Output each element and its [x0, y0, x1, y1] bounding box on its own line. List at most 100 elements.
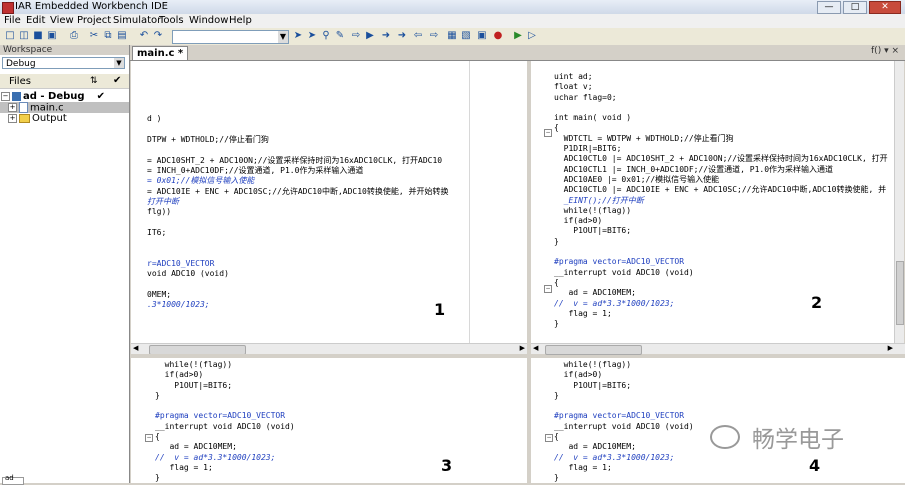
- menu-file[interactable]: File: [4, 15, 21, 26]
- pane-number: 3: [441, 456, 453, 475]
- chevron-down-icon: ▼: [114, 58, 124, 68]
- workspace-tab-label: ad: [5, 474, 14, 482]
- undo-icon[interactable]: ↶: [138, 30, 150, 42]
- folder-label: Output: [32, 113, 67, 124]
- menu-window[interactable]: Window: [189, 15, 228, 26]
- print-icon[interactable]: ⎙: [68, 30, 80, 42]
- tab-main-c[interactable]: main.c *: [132, 46, 189, 60]
- watermark-text: 畅学电子: [752, 427, 844, 453]
- file-icon: [19, 102, 28, 113]
- files-header: Files ⇅ ✔: [0, 74, 129, 89]
- find-in-files-icon[interactable]: ⚲: [320, 30, 332, 42]
- go-to-icon[interactable]: ⇨: [350, 30, 362, 42]
- editor-tab-bar: main.c * f() ▾ ×: [130, 45, 905, 61]
- scroll-left-icon[interactable]: ◀: [533, 344, 538, 352]
- menu-project[interactable]: Project: [77, 15, 111, 26]
- expand-icon[interactable]: +: [8, 113, 17, 123]
- prev-bookmark-icon[interactable]: ➜: [396, 30, 408, 42]
- code-block-2: uint ad; float v; uchar flag=0; int main( …: [554, 72, 888, 329]
- tree-file[interactable]: + main.c: [0, 102, 129, 114]
- compile-icon[interactable]: ▦: [446, 30, 458, 42]
- files-label: Files: [9, 76, 31, 87]
- menu-view[interactable]: View: [50, 15, 74, 26]
- fold-marker[interactable]: −: [544, 285, 552, 293]
- breakpoint-icon[interactable]: ●: [492, 30, 504, 42]
- replace-icon[interactable]: ✎: [334, 30, 346, 42]
- find-next-icon[interactable]: ➤: [292, 30, 304, 42]
- vertical-scrollbar-2[interactable]: [894, 61, 904, 343]
- debug-no-download-icon[interactable]: ▷: [526, 30, 538, 42]
- menu-bar: File Edit View Project Simulator Tools W…: [0, 14, 905, 28]
- function-nav[interactable]: f() ▾ ×: [871, 46, 899, 56]
- toolbar: □ ◫ ■ ▣ ⎙ ✂ ⧉ ▤ ↶ ↷ ▼ ➤ ➤ ⚲ ✎ ⇨ ▶ ➜ ➜ ⇦ …: [0, 28, 905, 46]
- fold-marker[interactable]: −: [145, 434, 153, 442]
- scroll-right-icon[interactable]: ▶: [520, 344, 525, 352]
- window-controls: — □ ✕: [817, 1, 901, 14]
- checkmark-icon: ✔: [96, 91, 105, 102]
- chevron-down-icon: ▼: [278, 31, 288, 43]
- project-label: ad - Debug: [23, 91, 85, 102]
- app-icon: [2, 2, 14, 14]
- debug-icon[interactable]: ▶: [512, 30, 524, 42]
- stop-build-icon[interactable]: ▣: [476, 30, 488, 42]
- bookmark-icon[interactable]: ▶: [364, 30, 376, 42]
- navigate-back-icon[interactable]: ⇦: [412, 30, 424, 42]
- paste-icon[interactable]: ▤: [116, 30, 128, 42]
- checkmark-icon: ✔: [113, 75, 122, 86]
- workspace-title: Workspace: [0, 45, 129, 55]
- code-block-4: while(!(flag)) if(ad>0) P1OUT|=BIT6;} #p…: [554, 360, 694, 483]
- maximize-button[interactable]: □: [843, 1, 867, 14]
- find-combo[interactable]: ▼: [172, 30, 289, 44]
- save-all-icon[interactable]: ▣: [46, 30, 58, 42]
- expand-icon[interactable]: +: [8, 103, 17, 112]
- configuration-value: Debug: [6, 59, 36, 69]
- folder-icon: [19, 113, 30, 123]
- scroll-thumb[interactable]: [545, 345, 642, 355]
- configuration-select[interactable]: Debug ▼: [2, 57, 125, 69]
- tree-project[interactable]: − ad - Debug ✔: [0, 91, 129, 102]
- make-icon[interactable]: ▧: [460, 30, 472, 42]
- project-icon: [12, 91, 21, 101]
- editor-pane-3[interactable]: − while(!(flag)) if(ad>0) P1OUT|=BIT6;} …: [131, 358, 527, 483]
- editor-pane-1[interactable]: d ) DTPW + WDTHOLD;//停止看门狗 = ADC10SHT_2 …: [131, 61, 527, 343]
- sort-icon[interactable]: ⇅: [90, 76, 98, 86]
- next-bookmark-icon[interactable]: ➜: [380, 30, 392, 42]
- pane-number: 2: [811, 293, 823, 312]
- fold-marker[interactable]: −: [545, 434, 553, 442]
- code-block-1: d ) DTPW + WDTHOLD;//停止看门狗 = ADC10SHT_2 …: [147, 114, 449, 309]
- pane-number: 4: [809, 456, 821, 475]
- collapse-icon[interactable]: −: [1, 91, 10, 101]
- menu-help[interactable]: Help: [229, 15, 252, 26]
- copy-icon[interactable]: ⧉: [102, 30, 114, 42]
- close-button[interactable]: ✕: [869, 1, 901, 14]
- editor-pane-4[interactable]: − while(!(flag)) if(ad>0) P1OUT|=BIT6;} …: [531, 358, 905, 483]
- find-prev-icon[interactable]: ➤: [306, 30, 318, 42]
- scroll-left-icon[interactable]: ◀: [133, 344, 138, 352]
- fold-marker[interactable]: −: [544, 129, 552, 137]
- horizontal-scrollbar-1[interactable]: ◀ ▶: [131, 343, 527, 355]
- editor-pane-2[interactable]: − − uint ad; float v; uchar flag=0; int ma…: [531, 61, 894, 343]
- open-folder-icon[interactable]: ◫: [18, 30, 30, 42]
- pane-number: 1: [434, 300, 446, 319]
- code-block-3: while(!(flag)) if(ad>0) P1OUT|=BIT6;} #p…: [155, 360, 295, 483]
- navigate-forward-icon[interactable]: ⇨: [428, 30, 440, 42]
- scroll-right-icon[interactable]: ▶: [888, 344, 893, 352]
- redo-icon[interactable]: ↷: [152, 30, 164, 42]
- cut-icon[interactable]: ✂: [88, 30, 100, 42]
- horizontal-scrollbar-2[interactable]: ◀ ▶: [531, 343, 905, 355]
- window-title: IAR Embedded Workbench IDE: [15, 1, 168, 12]
- menu-simulator[interactable]: Simulator: [113, 15, 161, 26]
- wechat-logo-icon: [710, 425, 740, 449]
- margin-line: [469, 61, 470, 343]
- new-file-icon[interactable]: □: [4, 30, 16, 42]
- save-icon[interactable]: ■: [32, 30, 44, 42]
- workspace-tab[interactable]: ad: [2, 474, 24, 485]
- scroll-thumb[interactable]: [896, 261, 904, 325]
- menu-tools[interactable]: Tools: [159, 15, 184, 26]
- title-bar: IAR Embedded Workbench IDE — □ ✕: [0, 0, 905, 15]
- file-label: main.c: [30, 102, 64, 114]
- minimize-button[interactable]: —: [817, 1, 841, 14]
- workspace-panel: Workspace Debug ▼ Files ⇅ ✔ − ad - Debug ✔…: [0, 45, 130, 485]
- tree-folder[interactable]: + Output: [0, 113, 129, 124]
- menu-edit[interactable]: Edit: [26, 15, 45, 26]
